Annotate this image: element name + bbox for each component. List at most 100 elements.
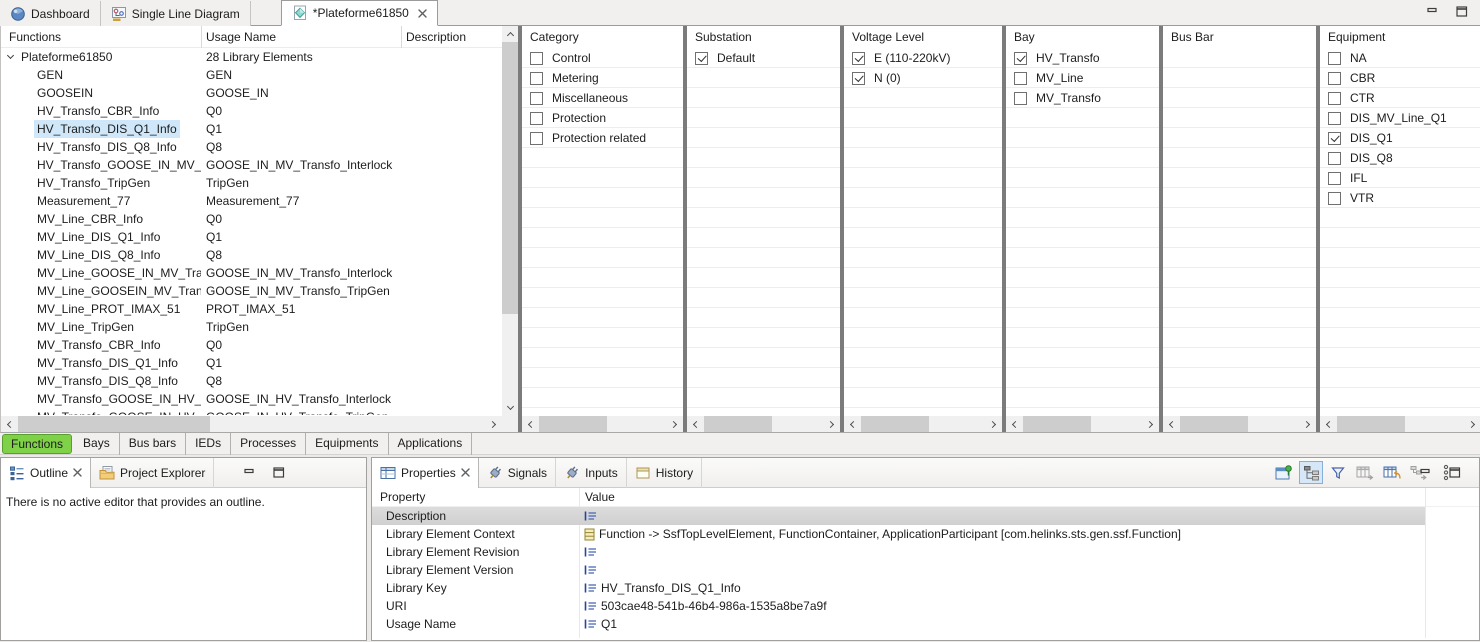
bottom-tab-bus-bars[interactable]: Bus bars: [120, 433, 186, 455]
scroll-up-button[interactable]: [502, 26, 518, 42]
column-header-description[interactable]: Description: [398, 26, 466, 48]
tree-row-clipped[interactable]: MV_Transfo_GOOSE_IN_HV_TrGOOSE_IN_HV_Tra…: [1, 408, 502, 415]
view-tab-outline[interactable]: Outline: [1, 458, 91, 488]
filter-item-mv-line[interactable]: MV_Line: [1006, 68, 1159, 88]
view-tab-history[interactable]: History: [627, 458, 702, 488]
scroll-left-button[interactable]: [1163, 416, 1179, 432]
horizontal-scrollbar[interactable]: [844, 416, 1002, 432]
filter-item-dis-q8[interactable]: DIS_Q8: [1320, 148, 1480, 168]
tree-row[interactable]: MV_Transfo_DIS_Q1_InfoQ1: [1, 354, 502, 372]
filter-item-miscellaneous[interactable]: Miscellaneous: [522, 88, 683, 108]
horizontal-scrollbar[interactable]: [522, 416, 683, 432]
toolbar-button-pin-view[interactable]: [1272, 461, 1296, 484]
tree-row[interactable]: HV_Transfo_GOOSE_IN_MV_TraGOOSE_IN_MV_Tr…: [1, 156, 502, 174]
scroll-left-button[interactable]: [687, 416, 703, 432]
scroll-left-button[interactable]: [1006, 416, 1022, 432]
filter-item-na[interactable]: NA: [1320, 48, 1480, 68]
bottom-tab-bays[interactable]: Bays: [74, 433, 120, 455]
view-tab-properties[interactable]: Properties: [372, 458, 479, 488]
close-icon[interactable]: [461, 466, 470, 480]
scrollbar-thumb[interactable]: [1180, 416, 1248, 432]
scrollbar-thumb[interactable]: [861, 416, 929, 432]
scroll-right-button[interactable]: [824, 416, 840, 432]
view-tab-project-explorer[interactable]: Project Explorer: [91, 458, 214, 488]
property-row-uri[interactable]: URI 503cae48-541b-46b4-986a-1535a8be7a9f: [372, 597, 1425, 615]
tree-row-root[interactable]: Plateforme6185028 Library Elements: [1, 48, 502, 66]
checkbox[interactable]: [530, 132, 543, 145]
tree-row[interactable]: GOOSEINGOOSE_IN: [1, 84, 502, 102]
column-header-value[interactable]: Value: [579, 488, 615, 507]
tree-row[interactable]: MV_Transfo_GOOSE_IN_HV_TraGOOSE_IN_HV_Tr…: [1, 390, 502, 408]
tree-row[interactable]: MV_Line_DIS_Q1_InfoQ1: [1, 228, 502, 246]
bottom-tab-equipments[interactable]: Equipments: [306, 433, 388, 455]
property-row-library-element-context[interactable]: Library Element Context Function -> SsfT…: [372, 525, 1425, 543]
filter-item-e-110-220kv[interactable]: E (110-220kV): [844, 48, 1002, 68]
vertical-scrollbar[interactable]: [502, 26, 518, 416]
checkbox[interactable]: [1328, 132, 1341, 145]
checkbox[interactable]: [1328, 72, 1341, 85]
minimize-icon[interactable]: [1420, 468, 1431, 478]
bottom-tab-ieds[interactable]: IEDs: [186, 433, 231, 455]
bottom-tab-functions[interactable]: Functions: [2, 434, 72, 454]
filter-panel-title[interactable]: Category: [522, 26, 683, 48]
tree-row[interactable]: HV_Transfo_TripGenTripGen: [1, 174, 502, 192]
checkbox[interactable]: [1328, 172, 1341, 185]
maximize-icon[interactable]: [1449, 467, 1461, 478]
column-header-functions[interactable]: Functions: [1, 26, 61, 48]
editor-tab-single-line-diagram[interactable]: Single Line Diagram: [101, 1, 251, 26]
filter-item-metering[interactable]: Metering: [522, 68, 683, 88]
toolbar-button-table-restore[interactable]: [1380, 461, 1404, 484]
scroll-right-button[interactable]: [1300, 416, 1316, 432]
property-row-library-key[interactable]: Library Key HV_Transfo_DIS_Q1_Info: [372, 579, 1425, 597]
filter-item-default[interactable]: Default: [687, 48, 840, 68]
property-row-description[interactable]: Description: [372, 507, 1425, 525]
scroll-left-button[interactable]: [1320, 416, 1336, 432]
filter-item-cbr[interactable]: CBR: [1320, 68, 1480, 88]
checkbox[interactable]: [530, 72, 543, 85]
checkbox[interactable]: [852, 52, 865, 65]
checkbox[interactable]: [1328, 52, 1341, 65]
close-icon[interactable]: [418, 9, 427, 18]
tree-row[interactable]: HV_Transfo_DIS_Q1_InfoQ1: [1, 120, 502, 138]
horizontal-scrollbar[interactable]: [1, 416, 502, 432]
filter-item-protection-related[interactable]: Protection related: [522, 128, 683, 148]
scroll-left-button[interactable]: [522, 416, 538, 432]
scroll-left-button[interactable]: [1, 416, 17, 432]
horizontal-scrollbar[interactable]: [1163, 416, 1316, 432]
filter-panel-title[interactable]: Equipment: [1320, 26, 1480, 48]
view-tab-inputs[interactable]: Inputs: [556, 458, 627, 488]
horizontal-scrollbar[interactable]: [1006, 416, 1159, 432]
editor-tab-plateforme61850[interactable]: *Plateforme61850: [281, 0, 438, 26]
filter-item-control[interactable]: Control: [522, 48, 683, 68]
checkbox[interactable]: [852, 72, 865, 85]
scroll-right-button[interactable]: [1465, 416, 1480, 432]
scrollbar-thumb[interactable]: [18, 416, 210, 432]
tree-row[interactable]: MV_Line_GOOSE_IN_MV_TransfGOOSE_IN_MV_Tr…: [1, 264, 502, 282]
toolbar-button-table-forward[interactable]: [1353, 461, 1377, 484]
horizontal-scrollbar[interactable]: [687, 416, 840, 432]
view-tab-signals[interactable]: Signals: [479, 458, 556, 488]
filter-item-protection[interactable]: Protection: [522, 108, 683, 128]
filter-item-n-0[interactable]: N (0): [844, 68, 1002, 88]
maximize-icon[interactable]: [1456, 6, 1468, 17]
tree-row[interactable]: MV_Transfo_DIS_Q8_InfoQ8: [1, 372, 502, 390]
filter-item-ifl[interactable]: IFL: [1320, 168, 1480, 188]
scroll-right-button[interactable]: [1143, 416, 1159, 432]
tree-row[interactable]: Measurement_77Measurement_77: [1, 192, 502, 210]
bottom-tab-applications[interactable]: Applications: [389, 433, 473, 455]
editor-tab-dashboard[interactable]: Dashboard: [0, 1, 101, 26]
filter-panel-title[interactable]: Voltage Level: [844, 26, 1002, 48]
tree-row[interactable]: MV_Transfo_CBR_InfoQ0: [1, 336, 502, 354]
tree-row[interactable]: MV_Line_DIS_Q8_InfoQ8: [1, 246, 502, 264]
scrollbar-thumb[interactable]: [1337, 416, 1405, 432]
tree-row[interactable]: HV_Transfo_CBR_InfoQ0: [1, 102, 502, 120]
checkbox[interactable]: [695, 52, 708, 65]
filter-panel-title[interactable]: Substation: [687, 26, 840, 48]
toolbar-button-tree-mode[interactable]: [1299, 461, 1323, 484]
scroll-right-button[interactable]: [486, 416, 502, 432]
scroll-right-button[interactable]: [667, 416, 683, 432]
checkbox[interactable]: [1014, 52, 1027, 65]
close-icon[interactable]: [73, 466, 82, 480]
filter-item-ctr[interactable]: CTR: [1320, 88, 1480, 108]
filter-item-dis-mv-line-q1[interactable]: DIS_MV_Line_Q1: [1320, 108, 1480, 128]
